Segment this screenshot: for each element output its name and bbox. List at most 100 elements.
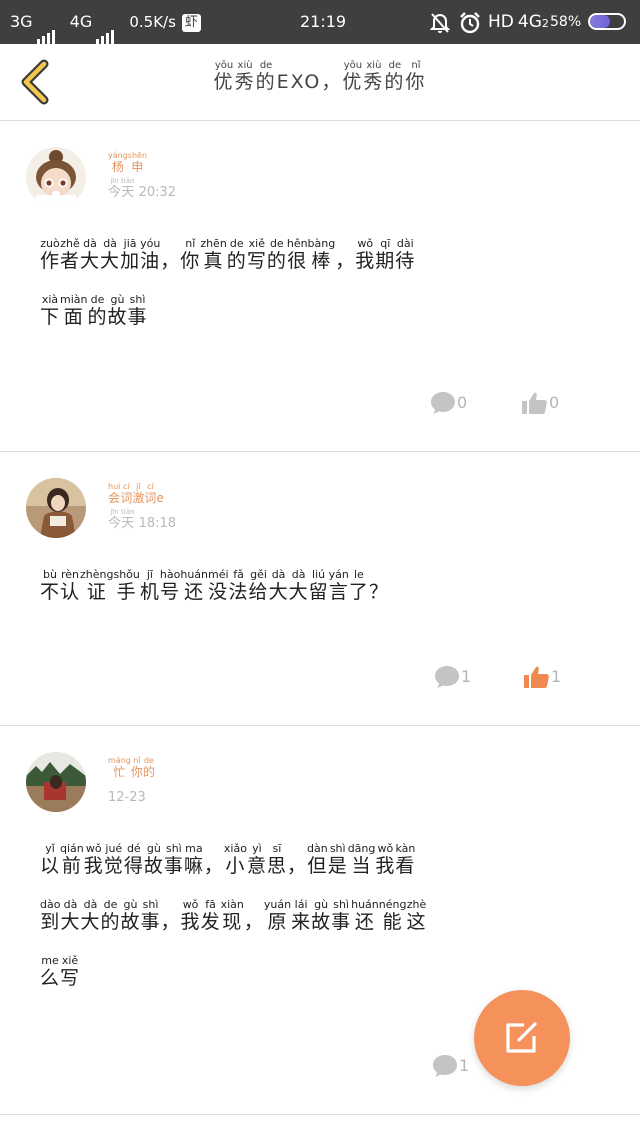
comment-pinyin: bù <box>40 568 60 581</box>
thumbs-up-icon <box>522 392 547 414</box>
comment-bubble-icon <box>433 1054 457 1077</box>
comment-char: 是shì <box>327 842 348 877</box>
comment-char: 真zhēn <box>200 237 227 272</box>
author-char: 申shēn <box>127 151 148 174</box>
write-comment-button[interactable] <box>474 990 570 1086</box>
comment-text: 以yǐ前qián我wǒ觉jué得dé故gù事shì嘛ma，小xiǎo意yì思sī… <box>40 838 600 1006</box>
comment-char: 证zhèng <box>80 568 114 603</box>
comment-pinyin: kàn <box>395 842 416 855</box>
title-char: 的de <box>255 60 277 93</box>
comment-pinyin: yì <box>246 842 267 855</box>
comment-char: 号hào <box>159 568 181 603</box>
comment-char: 得dé <box>123 842 144 877</box>
comment-pinyin: le <box>348 568 369 581</box>
comment-pinyin: dài <box>395 237 416 250</box>
avatar[interactable] <box>26 478 86 538</box>
reply-count: 0 <box>457 392 468 412</box>
comment-pinyin: shì <box>327 842 348 855</box>
author-char: 词cí <box>144 482 157 505</box>
title-char: 秀xiù <box>363 60 385 93</box>
date-char: 12-23 <box>108 790 146 805</box>
comment-char: 了le <box>348 568 369 603</box>
network-3g: 3G <box>10 12 33 31</box>
comment-pinyin: jiā <box>120 237 141 250</box>
comment-char: 写xiě <box>246 237 267 272</box>
comment-pinyin: xiě <box>246 237 267 250</box>
title-char: 的de <box>384 60 406 93</box>
avatar[interactable] <box>26 147 86 207</box>
network-type: HD 4G2 <box>488 0 549 44</box>
avatar[interactable] <box>26 752 86 812</box>
comment-pinyin: me <box>40 954 61 967</box>
comment-pinyin: xiàn <box>220 898 244 911</box>
reply-button[interactable]: 1 <box>432 1052 469 1078</box>
comment-char: 看kàn <box>395 842 416 877</box>
reply-button[interactable]: 0 <box>430 389 467 415</box>
title-char: 你nǐ <box>405 60 427 93</box>
like-button[interactable]: 1 <box>523 663 561 689</box>
comment-pinyin: jī <box>139 568 160 581</box>
comment-char: 前qián <box>60 842 84 877</box>
comment-char: 大dà <box>288 568 309 603</box>
title-pinyin: nǐ <box>405 60 427 71</box>
comment-pinyin: shì <box>127 293 148 306</box>
comment-char: ， <box>160 250 181 272</box>
comment-line: 以yǐ前qián我wǒ觉jué得dé故gù事shì嘛ma，小xiǎo意yì思sī… <box>40 838 600 894</box>
comment-char: 大dà <box>268 568 289 603</box>
date-pinyin: tiān <box>121 508 135 516</box>
title-char: ， <box>321 71 343 93</box>
comment-char: ， <box>203 855 224 877</box>
comment-char: 故gù <box>107 293 128 328</box>
comment-char: 大dà <box>80 898 101 933</box>
like-button[interactable]: 0 <box>521 389 559 415</box>
author-pinyin: máng <box>108 756 131 765</box>
comment-char: 的de <box>87 293 108 328</box>
comment-pinyin: dà <box>60 898 81 911</box>
comment-pinyin: dà <box>80 237 101 250</box>
comment-char: 我wǒ <box>83 842 104 877</box>
comment-char: 留liú <box>308 568 329 603</box>
comment-char: ， <box>286 855 307 877</box>
comment-author[interactable]: 忙máng你nǐ的de <box>108 756 155 780</box>
comment-author[interactable]: 杨yáng申shēn <box>108 151 147 175</box>
network-4g: 4G <box>69 12 93 31</box>
like-count: 0 <box>549 392 560 412</box>
comment-pinyin: xiǎo <box>223 842 247 855</box>
comment-pinyin: yǐ <box>40 842 61 855</box>
comment-char: 你nǐ <box>180 237 201 272</box>
comment-line: 作zuò者zhě大dà大dà加jiā油yóu，你nǐ真zhēn的de写xiě的d… <box>40 233 600 289</box>
comment-char: 觉jué <box>103 842 124 877</box>
comment-text: 作zuò者zhě大dà大dà加jiā油yóu，你nǐ真zhēn的de写xiě的d… <box>40 233 600 345</box>
comment-pinyin: zhè <box>406 898 427 911</box>
reply-button[interactable]: 1 <box>434 663 471 689</box>
author-char: 杨yáng <box>108 151 128 174</box>
comment-pinyin: gěi <box>248 568 269 581</box>
title-pinyin: yōu <box>342 60 364 71</box>
comment-char: 现xiàn <box>220 898 244 933</box>
comment-bubble-icon <box>435 665 459 688</box>
date-pinyin: jīn <box>108 177 122 185</box>
signal-icon <box>36 1 57 45</box>
comment-char: 以yǐ <box>40 842 61 877</box>
author-char: 会huì <box>108 482 121 505</box>
comment-pinyin: qī <box>375 237 396 250</box>
date-char: 天tiān <box>121 508 135 531</box>
comment-pinyin: gù <box>311 898 332 911</box>
comment-pinyin: miàn <box>60 293 88 306</box>
lte-label: 4G <box>517 12 542 32</box>
thumbs-up-icon <box>524 666 549 688</box>
comment-char: 我wǒ <box>180 898 201 933</box>
comment-char: 原yuán <box>263 898 292 933</box>
comment-char: 写xiě <box>60 954 81 989</box>
date-char: 18:18 <box>134 516 177 531</box>
comment-char: 故gù <box>120 898 141 933</box>
comment-line: 到dào大dà大dà的de故gù事shì，我wǒ发fā现xiàn，原yuán来l… <box>40 894 600 950</box>
comment-pinyin: zhèng <box>80 568 114 581</box>
comment-char: 法fǎ <box>228 568 249 603</box>
comment-text: 不bù认rèn证zhèng手shǒu机jī号hào还huán没méi法fǎ给gě… <box>40 564 600 620</box>
battery-fill <box>590 15 610 28</box>
comment-pinyin: dāng <box>347 842 376 855</box>
comment-author[interactable]: 会huì词cí激jī词cíe <box>108 482 164 506</box>
status-bar: 3G 4G 0.5K/s 虾 21:19 HD 4G2 58% <box>0 0 640 45</box>
comment-pinyin: gù <box>120 898 141 911</box>
